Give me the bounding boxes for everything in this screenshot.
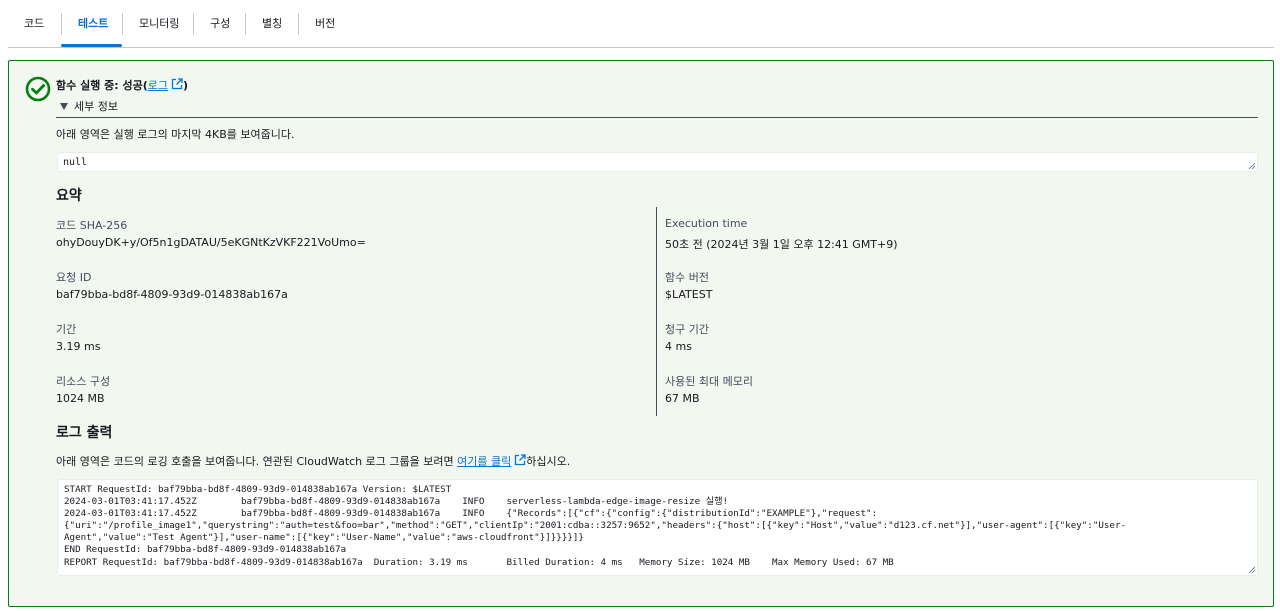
- duration-label: 기간: [56, 323, 77, 336]
- code-sha-label: 코드 SHA-256: [56, 219, 128, 232]
- check-circle-icon: [25, 76, 51, 102]
- log-link[interactable]: 로그: [148, 79, 168, 92]
- log-line: {"uri":"/profile_image1","querystring":"…: [64, 520, 1127, 532]
- log-output-description: 아래 영역은 코드의 로깅 호출을 보여줍니다. 연관된 CloudWatch …: [56, 453, 570, 469]
- billed-duration-label: 청구 기간: [665, 323, 709, 336]
- max-memory-value: 67 MB: [665, 392, 700, 405]
- result-description: 아래 영역은 실행 로그의 마지막 4KB를 보여줍니다.: [56, 128, 295, 141]
- code-sha-value: ohyDouyDK+y/Of5n1gDATAU/5eKGNtKzVKF221Vo…: [56, 236, 366, 249]
- tab-code[interactable]: 코드: [8, 13, 60, 35]
- active-tab-indicator: [61, 44, 122, 47]
- log-line: 2024-03-01T03:41:17.452Z baf79bba-bd8f-4…: [64, 496, 729, 508]
- log-line: START RequestId: baf79bba-bd8f-4809-93d9…: [64, 484, 452, 495]
- result-value: null: [63, 157, 88, 168]
- status-text: 함수 실행 중: 성공(: [56, 79, 148, 92]
- status-suffix: ): [183, 79, 189, 92]
- log-description-suffix: 하십시오.: [526, 455, 571, 468]
- function-version-label: 함수 버전: [665, 271, 709, 284]
- tab-bar: 코드 테스트 모니터링 구성 별칭 버전: [8, 0, 1274, 48]
- log-line: 2024-03-01T03:41:17.452Z baf79bba-bd8f-4…: [64, 508, 878, 520]
- log-line: END RequestId: baf79bba-bd8f-4809-93d9-0…: [64, 544, 347, 556]
- request-id-value: baf79bba-bd8f-4809-93d9-014838ab167a: [56, 288, 288, 301]
- tab-versions[interactable]: 버전: [298, 13, 351, 35]
- log-line: Agent","value":"Test Agent"}],"user-name…: [64, 532, 584, 544]
- details-divider: [56, 117, 1258, 118]
- resources-label: 리소스 구성: [56, 375, 111, 388]
- log-output-heading: 로그 출력: [56, 425, 113, 441]
- execution-status: 함수 실행 중: 성공(로그): [56, 77, 188, 93]
- resize-handle-icon[interactable]: [1248, 566, 1255, 573]
- tab-test[interactable]: 테스트: [61, 13, 124, 35]
- resize-handle-icon[interactable]: [1248, 162, 1255, 169]
- summary-heading: 요약: [56, 188, 82, 204]
- tab-monitoring[interactable]: 모니터링: [122, 13, 195, 35]
- resources-value: 1024 MB: [56, 392, 105, 405]
- max-memory-label: 사용된 최대 메모리: [665, 375, 753, 388]
- log-line: REPORT RequestId: baf79bba-bd8f-4809-93d…: [64, 556, 905, 568]
- execution-time-value: 50초 전 (2024년 3월 1일 오후 12:41 GMT+9): [665, 238, 898, 251]
- details-expander[interactable]: 세부 정보: [60, 98, 118, 114]
- execution-result-panel: 함수 실행 중: 성공(로그) 세부 정보 아래 영역은 실행 로그의 마지막 …: [8, 60, 1274, 607]
- cloudwatch-link[interactable]: 여기를 클릭: [457, 455, 511, 468]
- duration-value: 3.19 ms: [56, 340, 101, 353]
- execution-time-label: Execution time: [665, 217, 748, 230]
- request-id-label: 요청 ID: [56, 271, 92, 284]
- log-description-text: 아래 영역은 코드의 로깅 호출을 보여줍니다. 연관된 CloudWatch …: [56, 455, 458, 468]
- billed-duration-value: 4 ms: [665, 340, 692, 353]
- caret-down-icon: [60, 103, 68, 110]
- function-version-value: $LATEST: [665, 288, 713, 301]
- result-output-textarea[interactable]: null: [57, 152, 1258, 172]
- column-divider: [656, 207, 657, 416]
- external-link-icon[interactable]: [514, 454, 526, 466]
- log-output-textarea[interactable]: START RequestId: baf79bba-bd8f-4809-93d9…: [57, 479, 1258, 576]
- external-link-icon[interactable]: [171, 78, 183, 90]
- tab-configuration[interactable]: 구성: [193, 13, 246, 35]
- details-label: 세부 정보: [74, 100, 118, 113]
- tab-aliases[interactable]: 별칭: [245, 13, 298, 35]
